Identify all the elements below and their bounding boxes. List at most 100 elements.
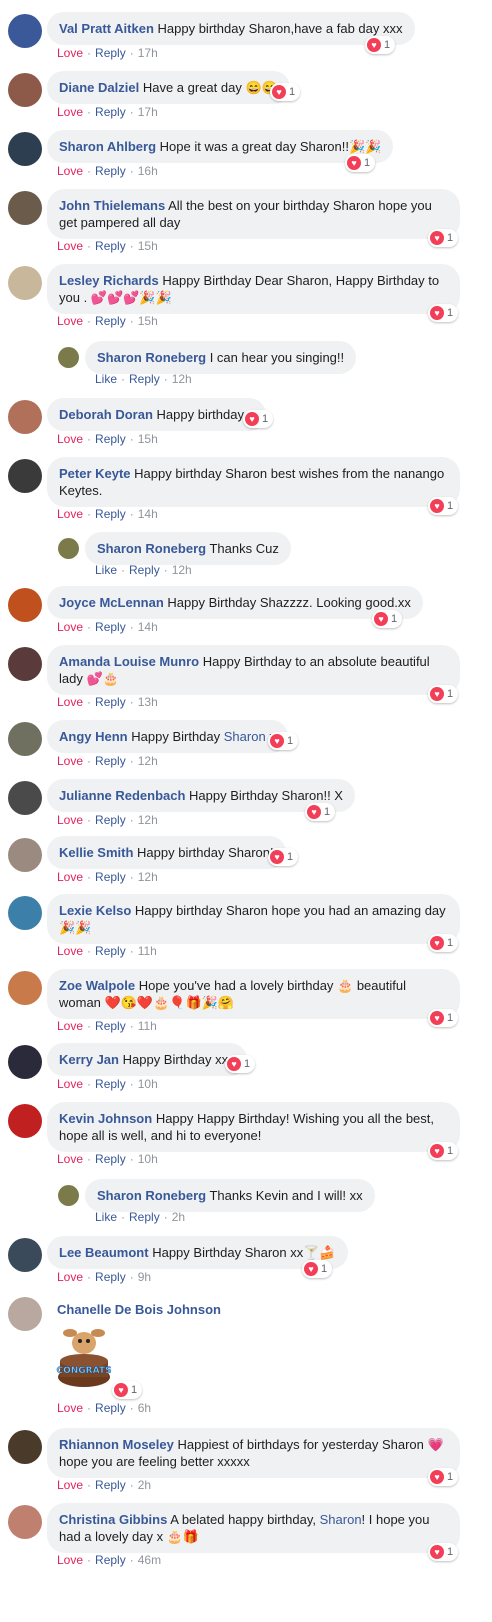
love-button[interactable]: Love — [57, 239, 83, 253]
comment-time[interactable]: 15h — [138, 314, 158, 328]
reaction-count[interactable]: ♥ 1 — [428, 497, 459, 515]
comment-author[interactable]: Joyce McLennan — [59, 595, 164, 610]
comment-time[interactable]: 2h — [172, 1210, 185, 1224]
reaction-count[interactable]: ♥ 1 — [428, 934, 459, 952]
comment-time[interactable]: 2h — [138, 1478, 151, 1492]
avatar[interactable] — [8, 971, 42, 1005]
avatar[interactable] — [8, 588, 42, 622]
reply-button[interactable]: Reply — [95, 754, 126, 768]
comment-author[interactable]: Val Pratt Aitken — [59, 21, 154, 36]
love-button[interactable]: Love — [57, 754, 83, 768]
comment-author[interactable]: Sharon Ahlberg — [59, 139, 156, 154]
reply-button[interactable]: Reply — [95, 813, 126, 827]
avatar[interactable] — [8, 132, 42, 166]
reply-button[interactable]: Reply — [95, 620, 126, 634]
reaction-count[interactable]: ♥ 1 — [225, 1055, 256, 1073]
love-button[interactable]: Love — [57, 695, 83, 709]
comment-time[interactable]: 12h — [172, 372, 192, 386]
love-button[interactable]: Love — [57, 1553, 83, 1567]
comment-author[interactable]: Peter Keyte — [59, 466, 131, 481]
comment-time[interactable]: 11h — [138, 944, 157, 958]
love-button[interactable]: Love — [57, 620, 83, 634]
comment-time[interactable]: 6h — [138, 1401, 151, 1415]
reply-button[interactable]: Reply — [95, 105, 126, 119]
reaction-count[interactable]: ♥ 1 — [372, 610, 403, 628]
comment-time[interactable]: 15h — [138, 432, 158, 446]
reply-button[interactable]: Reply — [95, 46, 126, 60]
love-button[interactable]: Love — [57, 46, 83, 60]
reaction-count[interactable]: ♥ 1 — [428, 1543, 459, 1561]
comment-time[interactable]: 14h — [138, 507, 158, 521]
reaction-count[interactable]: ♥ 1 — [428, 1468, 459, 1486]
comment-author[interactable]: Deborah Doran — [59, 407, 153, 422]
reply-button[interactable]: Reply — [95, 1270, 126, 1284]
reply-button[interactable]: Reply — [95, 1401, 126, 1415]
reaction-count[interactable]: ♥ 1 — [428, 304, 459, 322]
comment-author[interactable]: Amanda Louise Munro — [59, 654, 199, 669]
comment-author[interactable]: Zoe Walpole — [59, 978, 135, 993]
reply-button[interactable]: Reply — [95, 870, 126, 884]
mention-link[interactable]: Sharon — [320, 1512, 362, 1527]
like-button[interactable]: Like — [95, 563, 117, 577]
love-button[interactable]: Love — [57, 1401, 83, 1415]
reaction-count[interactable]: ♥ 1 — [268, 732, 299, 750]
love-button[interactable]: Love — [57, 944, 83, 958]
reaction-count[interactable]: ♥ 1 — [305, 803, 336, 821]
love-button[interactable]: Love — [57, 1478, 83, 1492]
avatar[interactable] — [58, 1185, 79, 1206]
comment-time[interactable]: 14h — [138, 620, 158, 634]
comment-author[interactable]: Sharon Roneberg — [97, 350, 206, 365]
comment-author[interactable]: Christina Gibbins — [59, 1512, 167, 1527]
love-button[interactable]: Love — [57, 1019, 83, 1033]
comment-time[interactable]: 12h — [138, 754, 158, 768]
comment-time[interactable]: 10h — [138, 1152, 158, 1166]
reaction-count[interactable]: ♥ 1 — [428, 229, 459, 247]
avatar[interactable] — [8, 1297, 42, 1331]
avatar[interactable] — [8, 896, 42, 930]
avatar[interactable] — [8, 1104, 42, 1138]
love-button[interactable]: Love — [57, 1152, 83, 1166]
comment-time[interactable]: 12h — [138, 870, 158, 884]
comment-time[interactable]: 15h — [138, 239, 158, 253]
comment-time[interactable]: 17h — [138, 46, 158, 60]
comment-time[interactable]: 10h — [138, 1077, 158, 1091]
comment-time[interactable]: 12h — [138, 813, 158, 827]
reaction-count[interactable]: ♥ 1 — [345, 154, 376, 172]
reply-button[interactable]: Reply — [95, 1553, 126, 1567]
reply-button[interactable]: Reply — [95, 507, 126, 521]
avatar[interactable] — [8, 838, 42, 872]
love-button[interactable]: Love — [57, 507, 83, 521]
reply-button[interactable]: Reply — [95, 695, 126, 709]
reply-button[interactable]: Reply — [95, 1152, 126, 1166]
comment-author[interactable]: Sharon Roneberg — [97, 541, 206, 556]
reply-button[interactable]: Reply — [95, 1077, 126, 1091]
reaction-count[interactable]: ♥ 1 — [428, 1009, 459, 1027]
comment-time[interactable]: 13h — [138, 695, 158, 709]
reply-button[interactable]: Reply — [95, 164, 126, 178]
comment-author[interactable]: Chanelle De Bois Johnson — [57, 1302, 221, 1317]
avatar[interactable] — [8, 266, 42, 300]
comment-author[interactable]: Lexie Kelso — [59, 903, 131, 918]
reaction-count[interactable]: ♥ 1 — [268, 848, 299, 866]
comment-time[interactable]: 16h — [138, 164, 158, 178]
love-button[interactable]: Love — [57, 1270, 83, 1284]
reaction-count[interactable]: ♥ 1 — [428, 1142, 459, 1160]
reaction-count[interactable]: ♥ 1 — [243, 410, 274, 428]
avatar[interactable] — [8, 459, 42, 493]
reaction-count[interactable]: ♥ 1 — [428, 685, 459, 703]
reply-button[interactable]: Reply — [129, 563, 160, 577]
avatar[interactable] — [8, 781, 42, 815]
avatar[interactable] — [8, 400, 42, 434]
avatar[interactable] — [8, 722, 42, 756]
comment-author[interactable]: Angy Henn — [59, 729, 128, 744]
avatar[interactable] — [8, 14, 42, 48]
comment-author[interactable]: Julianne Redenbach — [59, 788, 185, 803]
comment-author[interactable]: Rhiannon Moseley — [59, 1437, 174, 1452]
reply-button[interactable]: Reply — [95, 314, 126, 328]
reaction-count[interactable]: ♥ 1 — [365, 36, 396, 54]
avatar[interactable] — [58, 538, 79, 559]
avatar[interactable] — [8, 1430, 42, 1464]
comment-author[interactable]: Kellie Smith — [59, 845, 133, 860]
like-button[interactable]: Like — [95, 1210, 117, 1224]
comment-author[interactable]: Lesley Richards — [59, 273, 159, 288]
